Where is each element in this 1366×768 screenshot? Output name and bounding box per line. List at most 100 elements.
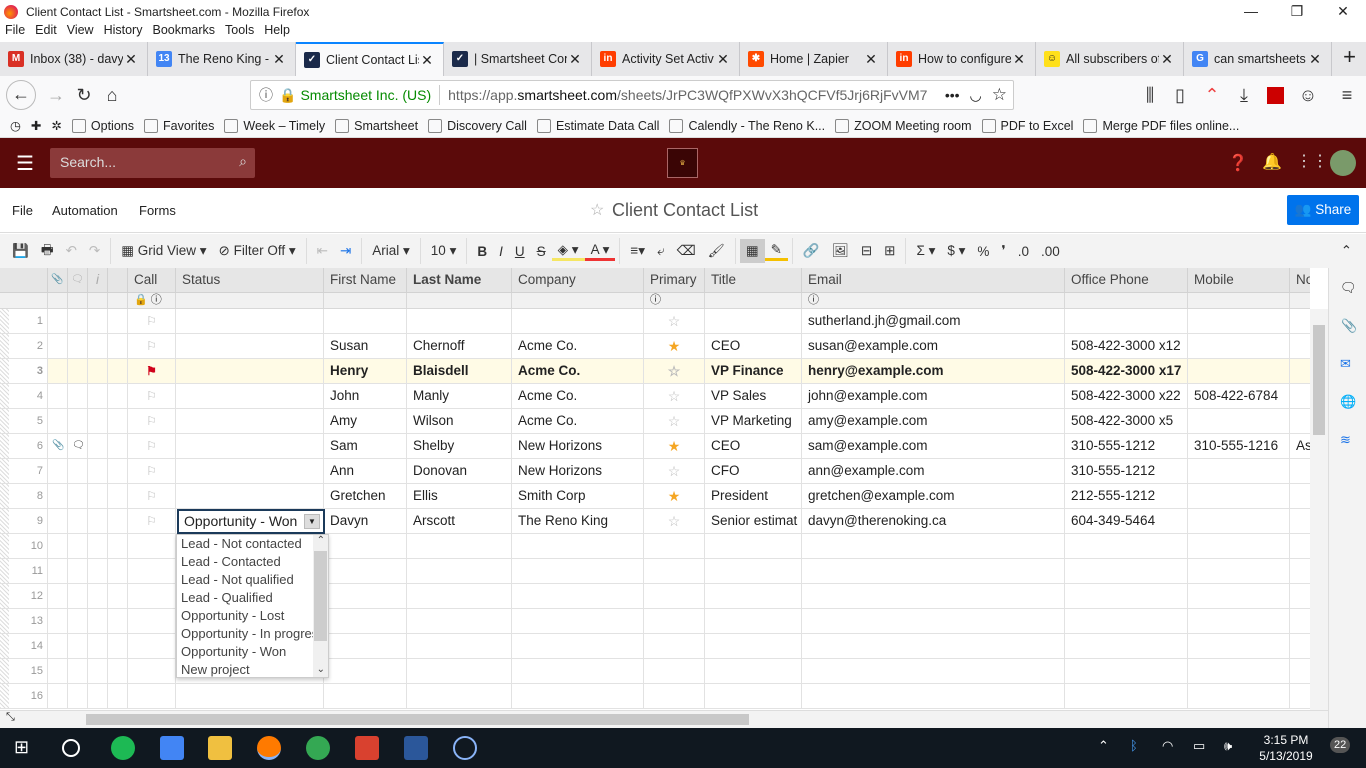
flag-icon[interactable]: ⚐ <box>128 409 176 434</box>
status-cell[interactable] <box>176 459 324 484</box>
comment-cell[interactable] <box>68 384 88 409</box>
row-number[interactable]: 15 <box>0 659 48 684</box>
attachment-cell[interactable] <box>48 634 68 659</box>
cell-last[interactable] <box>407 684 512 709</box>
row-action-cell[interactable] <box>108 609 128 634</box>
bookmark-star-icon[interactable]: ☆ <box>992 85 1007 105</box>
bookmark-item[interactable]: Favorites <box>143 118 214 133</box>
menu-forms[interactable]: Forms <box>139 203 176 218</box>
conditional-format-icon[interactable]: ▦ <box>739 239 765 263</box>
row-action-cell[interactable] <box>108 309 128 334</box>
row-number[interactable]: 7 <box>0 459 48 484</box>
cell-email[interactable] <box>802 659 1065 684</box>
bluetooth-icon[interactable]: ᛒ <box>1130 738 1138 753</box>
grid-view-dropdown[interactable]: ▦ Grid View ▾ <box>115 243 212 259</box>
cell-title[interactable]: VP Finance <box>705 359 802 384</box>
wrap-icon[interactable]: ⤶ <box>651 243 671 259</box>
gear-icon[interactable]: ✲ <box>51 118 61 133</box>
cell-email[interactable]: henry@example.com <box>802 359 1065 384</box>
row-action-cell[interactable] <box>108 334 128 359</box>
volume-icon[interactable]: 🕪 <box>1224 738 1232 754</box>
library-icon[interactable]: ⫼ <box>1136 85 1164 106</box>
cell-title[interactable]: CEO <box>705 334 802 359</box>
primary-star-icon[interactable]: ☆ <box>644 409 705 434</box>
comma-button[interactable]: ❜ <box>995 243 1011 259</box>
home-icon[interactable]: ⌂ <box>98 85 126 106</box>
info-cell[interactable] <box>88 359 108 384</box>
status-cell[interactable] <box>176 434 324 459</box>
status-cell[interactable] <box>176 359 324 384</box>
cell-mobile[interactable] <box>1188 509 1290 534</box>
dropdown-option[interactable]: Lead - Not qualified <box>177 571 313 589</box>
column-header-email[interactable]: Email <box>802 268 1065 293</box>
filter-dropdown[interactable]: ⊘ Filter Off ▾ <box>213 243 302 259</box>
cell-title[interactable] <box>705 659 802 684</box>
cortana-icon[interactable] <box>62 739 80 757</box>
row-action-cell[interactable] <box>108 659 128 684</box>
tab-2[interactable]: ✓ Client Contact List ✕ <box>296 42 444 76</box>
comment-cell[interactable] <box>68 534 88 559</box>
word-icon[interactable] <box>404 736 428 760</box>
cell-email[interactable]: davyn@therenoking.ca <box>802 509 1065 534</box>
comment-cell[interactable] <box>68 309 88 334</box>
column-header-first-name[interactable]: First Name <box>324 268 407 293</box>
extension-icon[interactable]: ☺ <box>1294 85 1322 106</box>
cell-office[interactable] <box>1065 684 1188 709</box>
attachment-cell[interactable] <box>48 684 68 709</box>
close-tab-icon[interactable]: ✕ <box>715 51 731 68</box>
cell-office[interactable] <box>1065 659 1188 684</box>
cell-office[interactable] <box>1065 634 1188 659</box>
cell-office[interactable]: 212-555-1212 <box>1065 484 1188 509</box>
cell-first[interactable] <box>324 584 407 609</box>
cell-last[interactable]: Blaisdell <box>407 359 512 384</box>
cell-company[interactable] <box>512 559 644 584</box>
cell-email[interactable] <box>802 559 1065 584</box>
dropdown-option[interactable]: Lead - Qualified <box>177 589 313 607</box>
cell-last[interactable]: Chernoff <box>407 334 512 359</box>
comments-icon[interactable]: 🗨 <box>1340 280 1357 296</box>
status-cell[interactable] <box>176 309 324 334</box>
cell-email[interactable]: john@example.com <box>802 384 1065 409</box>
cell-last[interactable]: Shelby <box>407 434 512 459</box>
status-cell[interactable] <box>176 409 324 434</box>
dropdown-option[interactable]: Opportunity - Won <box>177 643 313 661</box>
strikethrough-button[interactable]: S <box>531 244 552 259</box>
cell-title[interactable] <box>705 559 802 584</box>
row-number[interactable]: 14 <box>0 634 48 659</box>
cell-office[interactable]: 508-422-3000 x17 <box>1065 359 1188 384</box>
flag-icon[interactable]: ⚐ <box>128 459 176 484</box>
row-number[interactable]: 9 <box>0 509 48 534</box>
attachment-cell[interactable] <box>48 459 68 484</box>
cell-mobile[interactable] <box>1188 334 1290 359</box>
comment-cell[interactable] <box>68 634 88 659</box>
dropdown-option[interactable]: Lead - Not contacted <box>177 535 313 553</box>
row-number[interactable]: 6 <box>0 434 48 459</box>
table-row[interactable]: 8 ⚐ Gretchen Ellis Smith Corp ★ President gretc… <box>0 484 1310 509</box>
cell-email[interactable] <box>802 609 1065 634</box>
cell-first[interactable] <box>324 634 407 659</box>
close-tab-icon[interactable]: ✕ <box>123 51 139 68</box>
bookmark-item[interactable]: Discovery Call <box>428 118 527 133</box>
menu-bookmarks[interactable]: Bookmarks <box>147 23 220 41</box>
bookmark-item[interactable]: Merge PDF files online... <box>1083 118 1239 133</box>
file-explorer-icon[interactable] <box>208 736 232 760</box>
cell-email[interactable]: gretchen@example.com <box>802 484 1065 509</box>
cell-title[interactable] <box>705 534 802 559</box>
close-window-button[interactable]: ✕ <box>1320 0 1366 23</box>
attachment-icon[interactable]: 📎 <box>48 434 68 459</box>
app-icon[interactable] <box>453 736 477 760</box>
primary-star-icon[interactable]: ★ <box>644 434 705 459</box>
dropdown-scrollbar[interactable] <box>313 535 328 677</box>
outdent-icon[interactable]: ⇤ <box>311 243 334 259</box>
cell-first[interactable] <box>324 559 407 584</box>
cell-notes[interactable] <box>1290 484 1310 509</box>
table-row[interactable]: 7 ⚐ Ann Donovan New Horizons ☆ CFO ann@example.… <box>0 459 1310 484</box>
back-icon[interactable]: ← <box>6 80 36 110</box>
wifi-icon[interactable]: ◠ <box>1162 738 1173 754</box>
menu-file[interactable]: File <box>0 23 30 41</box>
cell-last[interactable] <box>407 309 512 334</box>
row-action-cell[interactable] <box>108 484 128 509</box>
cell-company[interactable]: Acme Co. <box>512 384 644 409</box>
row-number[interactable]: 13 <box>0 609 48 634</box>
row-action-cell[interactable] <box>108 634 128 659</box>
